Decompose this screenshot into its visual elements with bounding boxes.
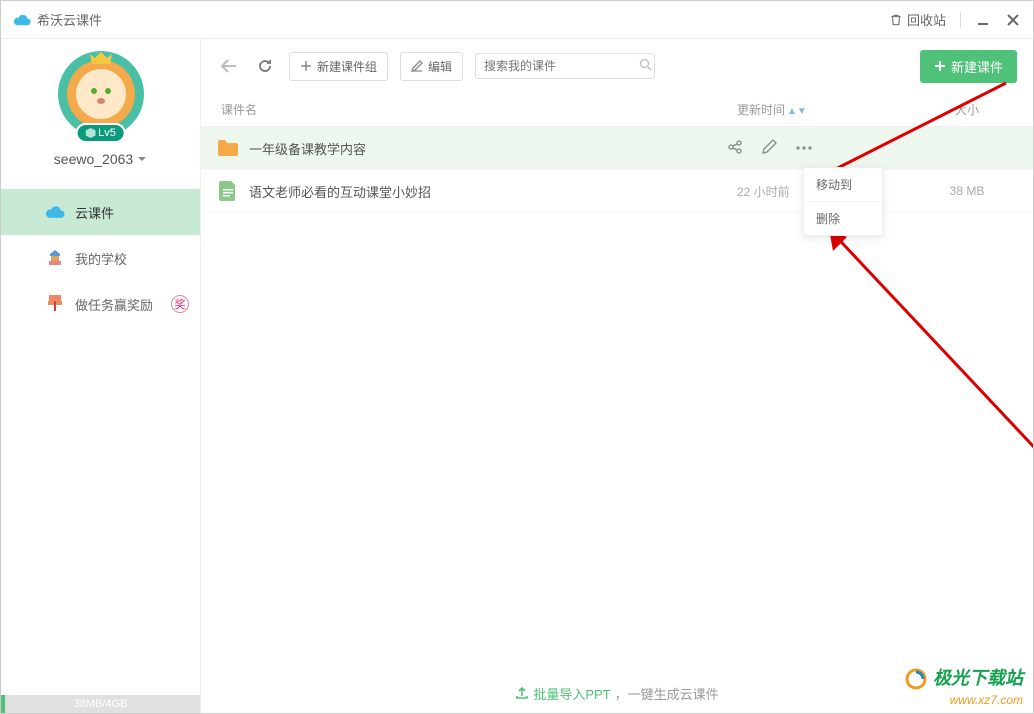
nav-my-school[interactable]: 我的学校: [1, 235, 200, 281]
import-ppt-button[interactable]: 批量导入PPT: [515, 684, 610, 703]
recycle-label: 回收站: [907, 10, 946, 29]
level-badge: Lv5: [75, 123, 126, 143]
recycle-bin-button[interactable]: 回收站: [889, 10, 946, 29]
nav-label: 云课件: [75, 203, 114, 222]
annotation-arrow-icon: [811, 219, 1034, 539]
search-icon: [639, 58, 652, 74]
import-label: 批量导入PPT: [533, 684, 610, 703]
pencil-icon: [411, 60, 423, 72]
nav-label: 做任务赢奖励: [75, 295, 153, 314]
username-dropdown[interactable]: seewo_2063: [54, 151, 147, 167]
nav-rewards[interactable]: 做任务赢奖励 奖: [1, 281, 200, 327]
new-group-button[interactable]: 新建课件组: [289, 52, 388, 81]
storage-bar: 38MB/4GB: [1, 695, 200, 713]
edit-label: 编辑: [428, 58, 452, 75]
upload-icon: [515, 686, 529, 700]
plus-icon: [300, 60, 312, 72]
nav: 云课件 我的学校 做任务赢奖励 奖: [1, 189, 200, 327]
hex-icon: [85, 128, 95, 138]
folder-icon: [217, 137, 239, 159]
lion-avatar-icon: [67, 60, 135, 128]
edit-button[interactable]: 编辑: [400, 52, 463, 81]
school-icon: [45, 248, 65, 268]
sort-icon: ▲▼: [787, 106, 807, 117]
app-title: 希沃云课件: [37, 10, 102, 29]
rename-button[interactable]: [761, 139, 777, 158]
reward-badge: 奖: [171, 295, 189, 313]
gift-icon: [45, 294, 65, 314]
create-courseware-button[interactable]: 新建课件: [920, 50, 1017, 83]
search-input[interactable]: [484, 59, 639, 73]
main-panel: 新建课件组 编辑 新建课件 课件名 更新时间▲▼ 大小: [201, 39, 1033, 713]
document-icon: [217, 180, 239, 202]
storage-text: 38MB/4GB: [1, 698, 200, 710]
table-header: 课件名 更新时间▲▼ 大小: [201, 93, 1033, 127]
chevron-down-icon: [137, 155, 147, 163]
trash-icon: [889, 13, 903, 27]
col-size[interactable]: 大小: [917, 101, 1017, 118]
titlebar: 希沃云课件 回收站: [1, 1, 1033, 39]
table-row[interactable]: 一年级备课教学内容 移动到 删除: [201, 127, 1033, 170]
col-time[interactable]: 更新时间▲▼: [737, 101, 917, 118]
table-row[interactable]: 语文老师必看的互动课堂小妙招 22 小时前 38 MB: [201, 170, 1033, 213]
close-button[interactable]: [1005, 12, 1021, 28]
nav-cloud-courseware[interactable]: 云课件: [1, 189, 200, 235]
new-group-label: 新建课件组: [317, 58, 377, 75]
toolbar: 新建课件组 编辑 新建课件: [201, 39, 1033, 93]
minimize-button[interactable]: [975, 12, 991, 28]
col-name[interactable]: 课件名: [217, 101, 737, 118]
divider: [960, 12, 961, 28]
row-name: 语文老师必看的互动课堂小妙招: [249, 182, 737, 201]
create-label: 新建课件: [951, 57, 1003, 76]
refresh-button[interactable]: [253, 54, 277, 78]
search-box[interactable]: [475, 53, 655, 79]
context-menu: 移动到 删除: [803, 167, 883, 236]
footer: 批量导入PPT ，一键生成云课件: [201, 673, 1033, 713]
avatar[interactable]: Lv5: [58, 51, 144, 137]
more-button[interactable]: [795, 139, 813, 158]
row-size: 38 MB: [917, 184, 1017, 198]
cloud-icon: [45, 202, 65, 222]
footer-tail: ，一键生成云课件: [615, 684, 719, 703]
menu-delete[interactable]: 删除: [804, 202, 882, 235]
back-button[interactable]: [217, 54, 241, 78]
crown-icon: [90, 52, 112, 66]
row-name: 一年级备课教学内容: [249, 139, 737, 158]
plus-icon: [934, 60, 946, 72]
nav-label: 我的学校: [75, 249, 127, 268]
cloud-icon: [13, 13, 31, 27]
menu-move-to[interactable]: 移动到: [804, 168, 882, 202]
username-label: seewo_2063: [54, 151, 133, 167]
sidebar: Lv5 seewo_2063 云课件 我的学校 做任务赢奖励: [1, 39, 201, 713]
share-button[interactable]: [727, 139, 743, 158]
